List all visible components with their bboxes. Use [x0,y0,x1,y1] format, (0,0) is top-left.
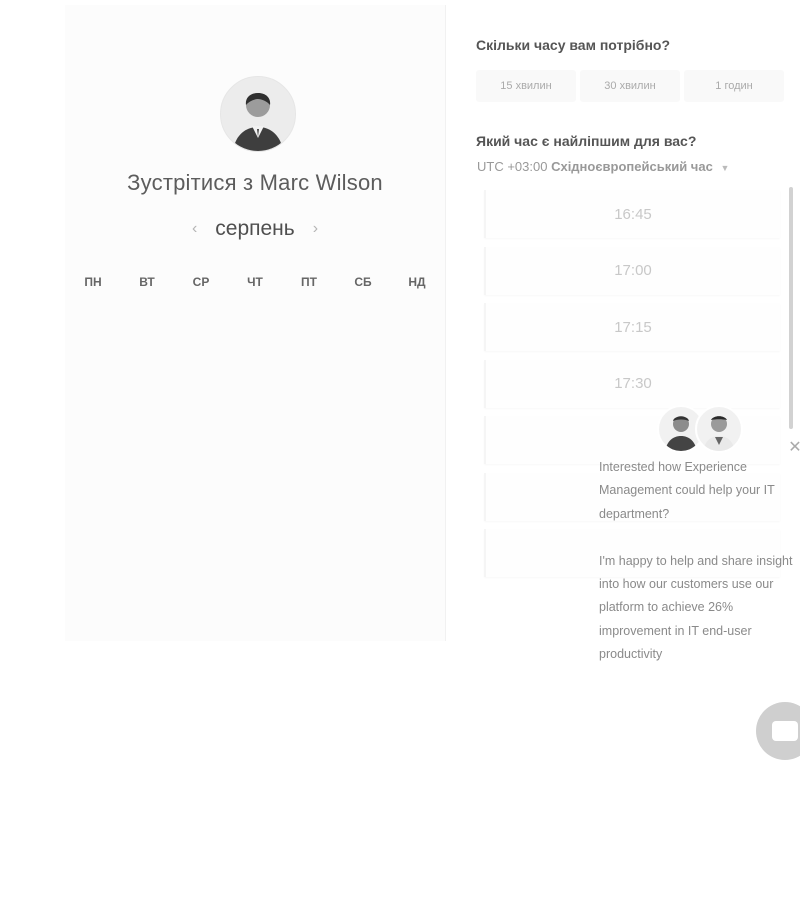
meeting-title: Зустрітися з Marc Wilson [127,170,383,195]
duration-options: 15 хвилин 30 хвилин 1 годин [476,70,784,102]
weekday-tue: ВТ [139,275,155,289]
calendar-day[interactable] [174,378,228,431]
calendar-day[interactable] [120,378,174,431]
calendar-day[interactable] [390,431,444,484]
weekday-sun: НД [408,275,426,289]
calendar-day[interactable] [66,431,120,484]
weekday-sat: СБ [354,275,372,289]
calendar-day[interactable] [120,325,174,378]
calendar-day[interactable] [228,431,282,484]
calendar-days-grid [65,325,446,590]
calendar-day[interactable] [390,484,444,537]
duration-question: Скільки часу вам потрібно? [476,37,671,53]
time-slot[interactable]: 16:45 [484,190,780,238]
calendar-day[interactable] [282,431,336,484]
time-slot[interactable]: 17:15 [484,303,780,351]
calendar-day[interactable] [336,378,390,431]
calendar-day[interactable] [282,325,336,378]
calendar-day[interactable] [174,431,228,484]
time-question: Який час є найліпшим для вас? [476,133,697,149]
calendar-day[interactable] [336,484,390,537]
calendar-day[interactable] [390,378,444,431]
chat-agent-avatars [657,405,743,455]
calendar-day[interactable] [282,484,336,537]
weekday-fri: ПТ [301,275,317,289]
calendar-day[interactable] [66,484,120,537]
calendar-day[interactable] [282,537,336,590]
calendar-day[interactable] [174,537,228,590]
calendar-day[interactable] [174,325,228,378]
calendar-day[interactable] [390,537,444,590]
calendar-day[interactable] [120,537,174,590]
caret-down-icon: ▼ [720,163,730,173]
chat-message: Interested how Experience Management cou… [599,460,793,662]
calendar-day[interactable] [66,537,120,590]
time-slot-scrollbar[interactable] [789,187,793,429]
calendar-day[interactable] [228,537,282,590]
close-icon[interactable]: ✕ [787,440,800,456]
calendar-day[interactable] [228,484,282,537]
calendar-day[interactable] [228,378,282,431]
chat-bubble-icon [772,721,798,741]
calendar-day[interactable] [120,431,174,484]
person-icon [233,93,283,151]
timezone-select[interactable]: UTC +03:00 Східноєвропейський час ▼ [477,159,729,174]
duration-30-button[interactable]: 30 хвилин [580,70,680,102]
agent-avatar [695,405,743,453]
calendar-day[interactable] [174,484,228,537]
month-navigation: ‹ серпень › [65,215,445,243]
calendar-day[interactable] [66,378,120,431]
calendar-day[interactable] [336,431,390,484]
calendar-day[interactable] [66,325,120,378]
chevron-right-icon[interactable]: › [313,220,318,238]
month-label: серпень [215,217,295,240]
chat-popup: ✕ Interested how Experience Management c… [587,400,800,670]
person-icon [703,416,735,451]
meeting-calendar-panel: Зустрітися з Marc Wilson ‹ серпень › ПН … [65,5,446,641]
timezone-name: Східноєвропейський час [551,159,713,174]
chevron-left-icon[interactable]: ‹ [192,220,197,238]
calendar-day[interactable] [390,325,444,378]
weekday-header: ПН ВТ СР ЧТ ПТ СБ НД [65,275,446,289]
calendar-day[interactable] [282,378,336,431]
time-slot[interactable]: 17:00 [484,246,780,295]
duration-60-button[interactable]: 1 годин [684,70,784,102]
calendar-day[interactable] [120,484,174,537]
timezone-offset: UTC +03:00 [477,159,548,174]
duration-15-button[interactable]: 15 хвилин [476,70,576,102]
calendar-day[interactable] [336,325,390,378]
weekday-wed: СР [192,275,210,289]
host-avatar [220,76,296,152]
calendar-day[interactable] [336,537,390,590]
calendar-day[interactable] [228,325,282,378]
weekday-thu: ЧТ [247,275,263,289]
weekday-mon: ПН [84,275,102,289]
